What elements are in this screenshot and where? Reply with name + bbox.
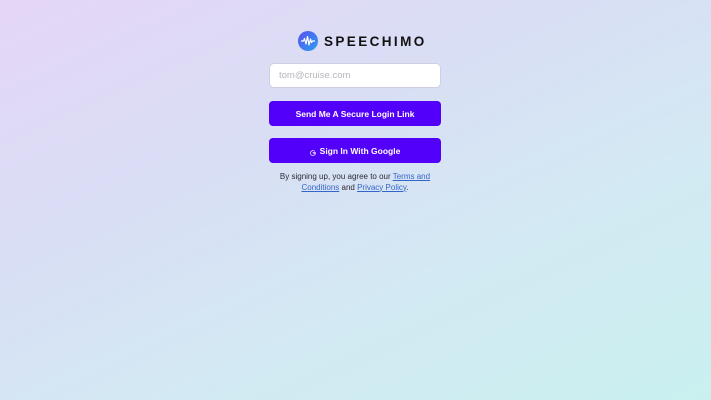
google-sign-in-button[interactable]: Sign In With Google	[269, 138, 441, 163]
google-sign-in-label: Sign In With Google	[319, 145, 401, 156]
soundwave-icon	[298, 31, 318, 51]
google-icon	[309, 148, 316, 156]
privacy-link[interactable]: Privacy Policy	[357, 183, 406, 192]
terms-prefix: By signing up, you agree to our	[279, 172, 393, 181]
email-input[interactable]	[269, 63, 441, 88]
send-login-link-button[interactable]: Send Me A Secure Login Link	[269, 101, 441, 126]
terms-conjunction: and	[339, 182, 358, 192]
terms-notice: By signing up, you agree to our Terms an…	[269, 172, 441, 193]
brand-logo: SPEECHIMO	[298, 30, 427, 52]
brand-name: SPEECHIMO	[324, 33, 427, 49]
send-login-link-label: Send Me A Secure Login Link	[295, 108, 415, 119]
terms-suffix: .	[406, 182, 409, 192]
